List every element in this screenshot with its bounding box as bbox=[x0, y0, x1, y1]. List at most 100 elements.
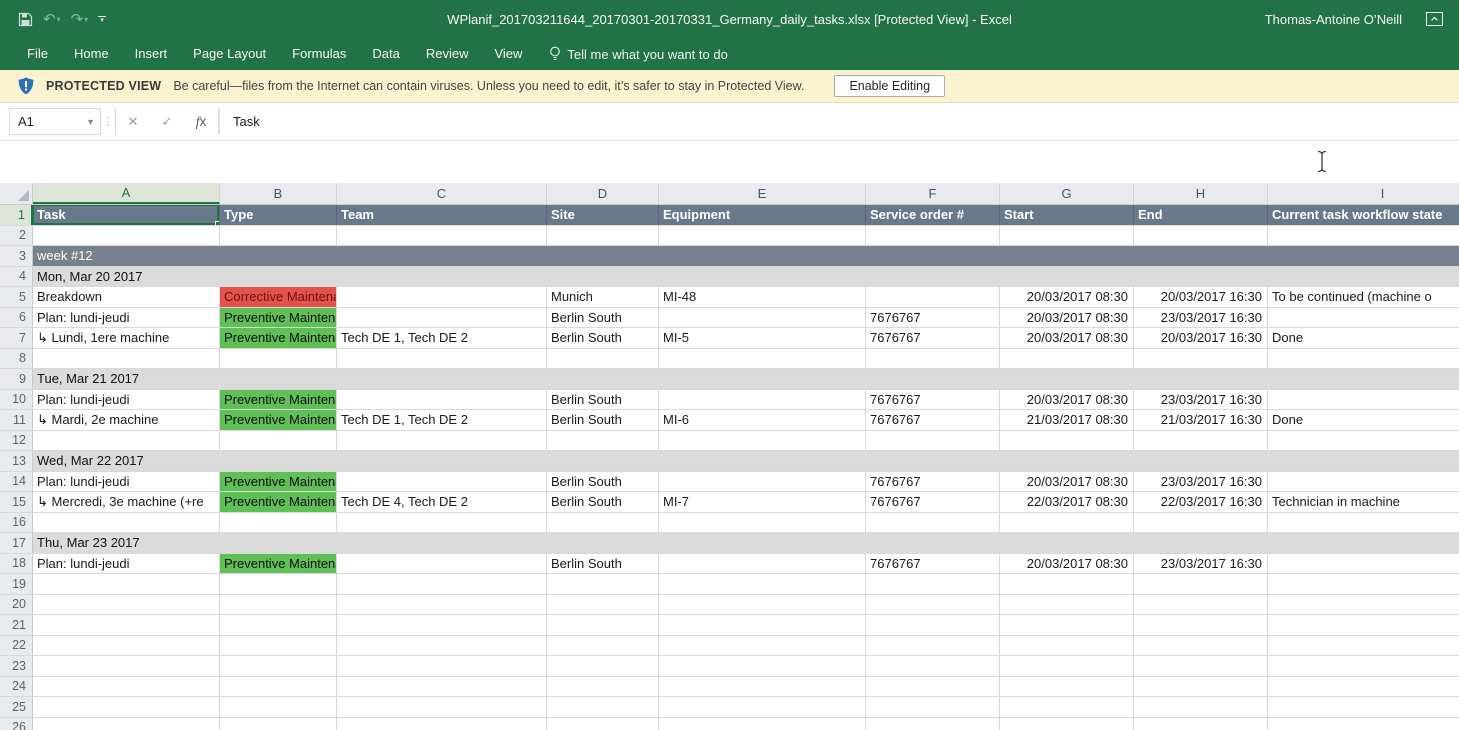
row-header-14[interactable]: 14 bbox=[0, 472, 33, 492]
cell-A24[interactable] bbox=[33, 677, 220, 697]
cell-E6[interactable] bbox=[659, 308, 866, 328]
cell-E20[interactable] bbox=[659, 595, 866, 615]
cell-A16[interactable] bbox=[33, 513, 220, 533]
cell-A12[interactable] bbox=[33, 431, 220, 451]
cell-C16[interactable] bbox=[337, 513, 547, 533]
row-header-10[interactable]: 10 bbox=[0, 390, 33, 410]
cell-H14[interactable]: 23/03/2017 16:30 bbox=[1134, 472, 1268, 492]
enable-editing-button[interactable]: Enable Editing bbox=[834, 75, 945, 97]
row-header-16[interactable]: 16 bbox=[0, 513, 33, 533]
ribbon-tab-home[interactable]: Home bbox=[61, 38, 122, 70]
cell-G5[interactable]: 20/03/2017 08:30 bbox=[1000, 287, 1134, 307]
row-header-20[interactable]: 20 bbox=[0, 595, 33, 615]
cell-A25[interactable] bbox=[33, 697, 220, 717]
fill-handle[interactable] bbox=[215, 221, 220, 225]
cell-G16[interactable] bbox=[1000, 513, 1134, 533]
cell-B20[interactable] bbox=[220, 595, 337, 615]
row-header-13[interactable]: 13 bbox=[0, 451, 33, 471]
week-band-row-3[interactable]: week #12 bbox=[33, 246, 1459, 266]
redo-icon[interactable]: ↷▾ bbox=[71, 10, 89, 28]
cell-C12[interactable] bbox=[337, 431, 547, 451]
cell-I11[interactable]: Done bbox=[1268, 410, 1459, 430]
row-header-17[interactable]: 17 bbox=[0, 533, 33, 553]
cell-H11[interactable]: 21/03/2017 16:30 bbox=[1134, 410, 1268, 430]
cell-B8[interactable] bbox=[220, 349, 337, 369]
cell-E23[interactable] bbox=[659, 656, 866, 676]
cell-C22[interactable] bbox=[337, 636, 547, 656]
cell-H20[interactable] bbox=[1134, 595, 1268, 615]
name-box[interactable]: A1 ▼ bbox=[9, 108, 101, 135]
cell-D23[interactable] bbox=[547, 656, 659, 676]
row-header-21[interactable]: 21 bbox=[0, 615, 33, 635]
cell-A11[interactable]: ↳ Mardi, 2e machine bbox=[33, 410, 220, 430]
cell-C25[interactable] bbox=[337, 697, 547, 717]
cell-B21[interactable] bbox=[220, 615, 337, 635]
column-header-B[interactable]: B bbox=[220, 183, 337, 204]
column-header-H[interactable]: H bbox=[1134, 183, 1268, 204]
row-header-2[interactable]: 2 bbox=[0, 226, 33, 246]
cell-C2[interactable] bbox=[337, 226, 547, 246]
cell-I16[interactable] bbox=[1268, 513, 1459, 533]
cell-B23[interactable] bbox=[220, 656, 337, 676]
cell-F8[interactable] bbox=[866, 349, 1000, 369]
cell-F15[interactable]: 7676767 bbox=[866, 492, 1000, 512]
cell-H7[interactable]: 20/03/2017 16:30 bbox=[1134, 328, 1268, 348]
cell-D14[interactable]: Berlin South bbox=[547, 472, 659, 492]
cell-F24[interactable] bbox=[866, 677, 1000, 697]
row-header-18[interactable]: 18 bbox=[0, 554, 33, 574]
cell-D21[interactable] bbox=[547, 615, 659, 635]
cell-C19[interactable] bbox=[337, 574, 547, 594]
cell-E24[interactable] bbox=[659, 677, 866, 697]
cell-G19[interactable] bbox=[1000, 574, 1134, 594]
cell-D26[interactable] bbox=[547, 718, 659, 730]
cell-F10[interactable]: 7676767 bbox=[866, 390, 1000, 410]
insert-function-icon[interactable]: fx bbox=[184, 114, 218, 130]
cell-C11[interactable]: Tech DE 1, Tech DE 2 bbox=[337, 410, 547, 430]
cell-C15[interactable]: Tech DE 4, Tech DE 2 bbox=[337, 492, 547, 512]
cell-G11[interactable]: 21/03/2017 08:30 bbox=[1000, 410, 1134, 430]
cell-A21[interactable] bbox=[33, 615, 220, 635]
cell-G22[interactable] bbox=[1000, 636, 1134, 656]
column-header-G[interactable]: G bbox=[1000, 183, 1134, 204]
column-header-A[interactable]: A bbox=[33, 183, 220, 204]
cell-G24[interactable] bbox=[1000, 677, 1134, 697]
cell-H2[interactable] bbox=[1134, 226, 1268, 246]
cell-D10[interactable]: Berlin South bbox=[547, 390, 659, 410]
cell-A1[interactable]: Task bbox=[33, 205, 220, 225]
cell-I2[interactable] bbox=[1268, 226, 1459, 246]
cell-H23[interactable] bbox=[1134, 656, 1268, 676]
cell-D19[interactable] bbox=[547, 574, 659, 594]
cell-C10[interactable] bbox=[337, 390, 547, 410]
row-header-1[interactable]: 1 bbox=[0, 205, 33, 225]
cell-C7[interactable]: Tech DE 1, Tech DE 2 bbox=[337, 328, 547, 348]
cell-A2[interactable] bbox=[33, 226, 220, 246]
cell-F14[interactable]: 7676767 bbox=[866, 472, 1000, 492]
cell-B22[interactable] bbox=[220, 636, 337, 656]
cell-C21[interactable] bbox=[337, 615, 547, 635]
cell-I20[interactable] bbox=[1268, 595, 1459, 615]
cell-A20[interactable] bbox=[33, 595, 220, 615]
row-header-22[interactable]: 22 bbox=[0, 636, 33, 656]
cell-D1[interactable]: Site bbox=[547, 205, 659, 225]
cell-F11[interactable]: 7676767 bbox=[866, 410, 1000, 430]
cell-F20[interactable] bbox=[866, 595, 1000, 615]
cell-I18[interactable] bbox=[1268, 554, 1459, 574]
cell-A18[interactable]: Plan: lundi-jeudi bbox=[33, 554, 220, 574]
cell-G1[interactable]: Start bbox=[1000, 205, 1134, 225]
column-header-F[interactable]: F bbox=[866, 183, 1000, 204]
ribbon-tab-file[interactable]: File bbox=[14, 38, 61, 70]
cell-A22[interactable] bbox=[33, 636, 220, 656]
cell-D16[interactable] bbox=[547, 513, 659, 533]
cell-D2[interactable] bbox=[547, 226, 659, 246]
ribbon-tab-data[interactable]: Data bbox=[359, 38, 412, 70]
cell-H26[interactable] bbox=[1134, 718, 1268, 730]
cell-C5[interactable] bbox=[337, 287, 547, 307]
cell-A6[interactable]: Plan: lundi-jeudi bbox=[33, 308, 220, 328]
row-header-15[interactable]: 15 bbox=[0, 492, 33, 512]
row-header-3[interactable]: 3 bbox=[0, 246, 33, 266]
cell-D18[interactable]: Berlin South bbox=[547, 554, 659, 574]
cell-E18[interactable] bbox=[659, 554, 866, 574]
cell-C23[interactable] bbox=[337, 656, 547, 676]
cell-G8[interactable] bbox=[1000, 349, 1134, 369]
cell-H6[interactable]: 23/03/2017 16:30 bbox=[1134, 308, 1268, 328]
